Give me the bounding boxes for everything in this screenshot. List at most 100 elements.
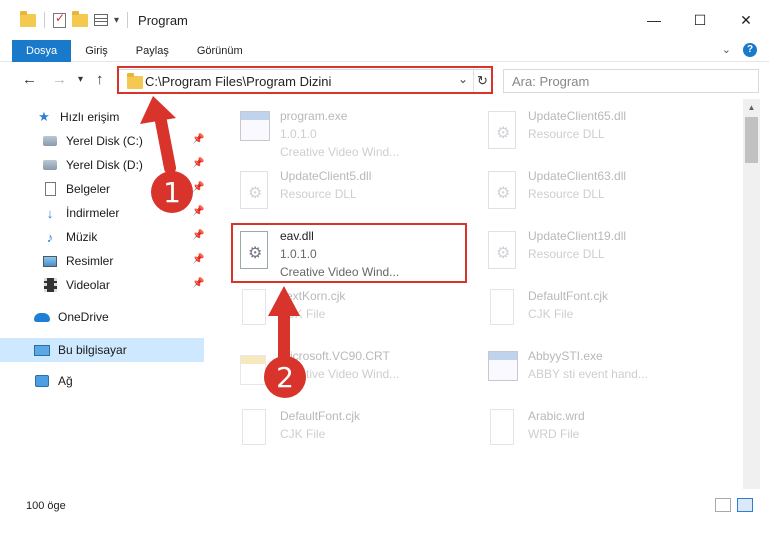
divider — [127, 12, 129, 28]
file-list: program.exe 1.0.1.0 Creative Video Wind.… — [208, 99, 743, 489]
details-view-icon[interactable] — [715, 498, 731, 512]
address-highlight-box — [117, 66, 493, 94]
pin-icon[interactable]: 📌 — [192, 206, 204, 217]
status-bar: 100 öge — [0, 489, 769, 533]
close-button[interactable]: ✕ — [723, 0, 769, 40]
file-name: UpdateClient63.dll — [528, 169, 627, 183]
view-toggle — [715, 498, 753, 512]
sidebar-item-onedrive[interactable]: OneDrive — [0, 305, 204, 329]
tab-file[interactable]: Dosya — [12, 39, 72, 62]
download-icon: ↓ — [46, 205, 54, 221]
file-type: CJK File — [528, 307, 574, 321]
sidebar-item-label: Resimler — [66, 254, 114, 268]
disk-icon — [42, 133, 58, 149]
file-item[interactable]: program.exe 1.0.1.0 Creative Video Wind.… — [232, 105, 464, 163]
expand-ribbon-icon[interactable]: ⌄ — [722, 43, 731, 57]
sidebar-item-quick-access[interactable]: ★ Hızlı erişim — [0, 105, 204, 129]
sidebar-item-pictures[interactable]: Resimler 📌 — [0, 249, 204, 273]
recent-locations-icon[interactable]: ▾ — [78, 74, 83, 85]
file-type: WRD File — [528, 427, 580, 441]
minimize-button[interactable]: — — [631, 0, 677, 40]
pin-icon[interactable]: 📌 — [192, 182, 204, 193]
dll-icon: ⚙ — [480, 229, 522, 275]
vertical-scrollbar[interactable]: ▲ — [743, 99, 760, 489]
sidebar-item-label: Videolar — [66, 278, 110, 292]
search-box[interactable] — [503, 69, 759, 93]
file-item[interactable]: ⚙ UpdateClient19.dll Resource DLL — [480, 225, 712, 283]
item-count: 100 öge — [26, 500, 66, 512]
tab-view[interactable]: Görünüm — [183, 40, 257, 62]
quick-access-toolbar: ▾ — [0, 10, 130, 28]
up-arrow-icon[interactable]: ↑ — [96, 71, 104, 88]
customize-qat-icon[interactable] — [94, 14, 108, 26]
tab-home[interactable]: Giriş — [71, 40, 122, 62]
exe-icon — [232, 109, 274, 155]
file-highlight-box — [231, 223, 467, 283]
sidebar-item-label: Yerel Disk (C:) — [66, 134, 143, 148]
sidebar-item-music[interactable]: ♪ Müzik 📌 — [0, 225, 205, 249]
file-item[interactable]: TextKorn.cjk CJK File — [232, 285, 464, 343]
scroll-thumb[interactable] — [745, 117, 758, 163]
file-description: Creative Video Wind... — [280, 145, 400, 159]
sidebar-item-label: Bu bilgisayar — [58, 343, 127, 357]
help-icon[interactable]: ? — [743, 43, 757, 57]
file-item[interactable]: DefaultFont.cjk CJK File — [480, 285, 712, 343]
pin-icon[interactable]: 📌 — [192, 230, 204, 241]
file-icon — [480, 289, 522, 335]
pin-icon[interactable]: 📌 — [192, 134, 204, 145]
pin-icon[interactable]: 📌 — [192, 278, 204, 289]
tab-share[interactable]: Paylaş — [122, 40, 183, 62]
file-item[interactable]: AbbyySTI.exe ABBY sti event hand... — [480, 345, 712, 403]
music-icon: ♪ — [46, 229, 54, 245]
sidebar-item-network[interactable]: Ağ — [0, 369, 204, 393]
cloud-icon — [34, 309, 50, 325]
sidebar-item-this-pc[interactable]: Bu bilgisayar — [0, 338, 204, 362]
new-folder-icon[interactable] — [72, 10, 88, 27]
computer-icon — [34, 342, 50, 358]
properties-check-icon[interactable] — [53, 11, 66, 28]
file-name: TextKorn.cjk — [280, 289, 346, 303]
file-item[interactable]: ⚙ UpdateClient63.dll Resource DLL — [480, 165, 712, 223]
file-description: ABBY sti event hand... — [528, 367, 648, 381]
file-name: program.exe — [280, 109, 348, 123]
file-icon — [480, 409, 522, 455]
document-icon — [42, 181, 58, 197]
tiles-view-icon[interactable] — [737, 498, 753, 512]
dll-icon: ⚙ — [232, 169, 274, 215]
file-item[interactable]: Arabic.wrd WRD File — [480, 405, 712, 463]
file-type: CJK File — [280, 307, 326, 321]
file-type: Resource DLL — [528, 187, 605, 201]
network-icon — [34, 373, 50, 389]
sidebar-item-label: Ağ — [58, 374, 73, 388]
step-1-marker: 1 — [151, 171, 193, 213]
qat-dropdown-icon[interactable]: ▾ — [114, 15, 119, 26]
file-name: DefaultFont.cjk — [280, 409, 361, 423]
file-type: Resource DLL — [528, 127, 605, 141]
file-item[interactable]: DefaultFont.cjk CJK File — [232, 405, 464, 463]
file-item[interactable]: ⚙ UpdateClient65.dll Resource DLL — [480, 105, 712, 163]
search-input[interactable] — [504, 70, 758, 92]
pin-icon[interactable]: 📌 — [192, 158, 204, 169]
scroll-up-arrow-icon[interactable]: ▲ — [743, 99, 760, 116]
file-icon — [232, 289, 274, 335]
file-type: Resource DLL — [280, 187, 357, 201]
file-icon — [232, 409, 274, 455]
file-item[interactable]: ⚙ UpdateClient5.dll Resource DLL — [232, 165, 464, 223]
star-icon: ★ — [38, 109, 50, 124]
window-controls: — ☐ ✕ — [631, 0, 769, 40]
sidebar-item-local-disk-c[interactable]: Yerel Disk (C:) 📌 — [0, 129, 204, 153]
maximize-button[interactable]: ☐ — [677, 0, 723, 40]
back-arrow-icon[interactable]: ← — [22, 71, 37, 88]
file-name: Arabic.wrd — [528, 409, 585, 423]
ribbon-right-controls: ⌄ ? — [722, 43, 757, 57]
forward-arrow-icon[interactable]: → — [52, 71, 67, 88]
file-name: DefaultFont.cjk — [528, 289, 609, 303]
folder-icon[interactable] — [20, 10, 36, 27]
sidebar-item-label: OneDrive — [58, 310, 109, 324]
sidebar-item-videos[interactable]: Videolar 📌 — [0, 273, 204, 297]
sidebar-item-label: Hızlı erişim — [60, 110, 120, 124]
ribbon-tabs: Dosya Giriş Paylaş Görünüm ⌄ ? — [0, 39, 769, 62]
sidebar-item-label: İndirmeler — [66, 206, 120, 220]
title-bar: ▾ Program — ☐ ✕ — [0, 0, 769, 40]
pin-icon[interactable]: 📌 — [192, 254, 204, 265]
